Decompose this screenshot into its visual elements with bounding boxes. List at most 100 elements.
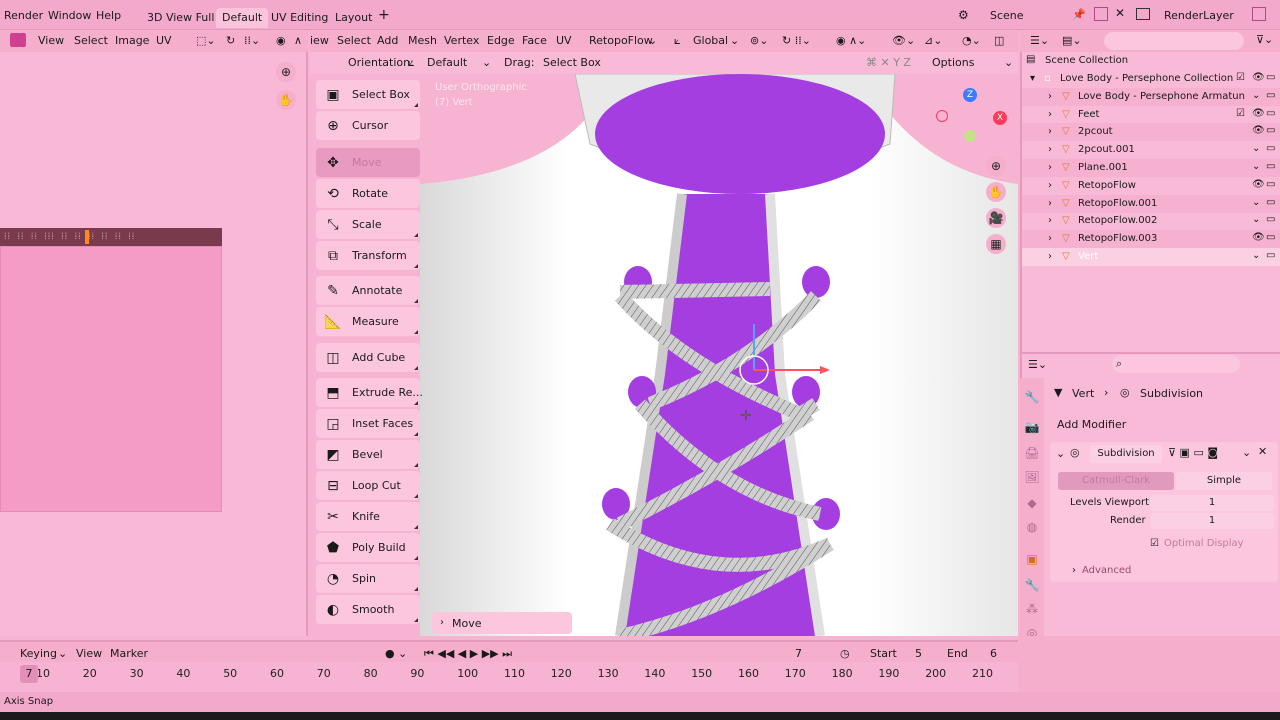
expand-arrow-icon[interactable]: ▾ xyxy=(1030,73,1035,84)
uv-proportional-icon[interactable]: ◉ xyxy=(276,34,286,47)
simple-toggle[interactable]: Simple xyxy=(1176,472,1272,490)
menu-render[interactable]: Render xyxy=(4,9,43,22)
outliner-row[interactable]: › ▽ RetopoFlow 👁 ▭ xyxy=(1022,177,1280,195)
new-scene-icon[interactable] xyxy=(1094,7,1108,21)
viewport-menu-select[interactable]: Select xyxy=(337,34,371,47)
tool-loop-cut[interactable]: ⊟ Loop Cut xyxy=(316,471,420,500)
overlay-icon[interactable]: ◔⌄ xyxy=(962,34,981,47)
outliner-search-input[interactable] xyxy=(1104,32,1244,50)
tool-bevel[interactable]: ◩ Bevel xyxy=(316,440,420,469)
chevron-right-icon[interactable]: › xyxy=(1048,91,1052,102)
visibility-eye-icon[interactable]: 👁 xyxy=(1252,108,1265,119)
retopoflow-menu[interactable]: RetopoFlow xyxy=(589,34,653,47)
uv-image-canvas[interactable] xyxy=(0,246,222,512)
uv-menu-view[interactable]: View xyxy=(38,34,64,47)
outliner-editor-icon[interactable]: ☰⌄ xyxy=(1030,34,1049,47)
properties-search-input[interactable] xyxy=(1112,355,1240,373)
properties-editor-icon[interactable]: ☰⌄ xyxy=(1028,358,1047,371)
visibility-eye-icon[interactable]: 👁 xyxy=(1252,232,1265,243)
advanced-subpanel[interactable]: Advanced xyxy=(1082,565,1131,576)
render-visibility-icon[interactable]: ▭ xyxy=(1266,179,1275,190)
visibility-eye-icon[interactable]: ⌄ xyxy=(1252,143,1260,154)
visibility-eye-icon[interactable]: ⌄ xyxy=(1252,197,1260,208)
operator-panel[interactable]: › Move xyxy=(432,612,572,634)
xray-icon[interactable]: ◫ xyxy=(994,34,1004,47)
navigation-gizmo[interactable]: Z X xyxy=(930,86,1010,146)
viewport-scene[interactable]: ✛ xyxy=(420,74,1018,636)
outliner-row[interactable]: › ▽ RetopoFlow.003 👁 ▭ xyxy=(1022,230,1280,249)
timeline-menu-keying[interactable]: Keying xyxy=(20,647,57,660)
outliner-row[interactable]: › ▽ RetopoFlow.001 ⌄ ▭ xyxy=(1022,194,1280,213)
uv-snap-icon[interactable]: ⁞⁞⌄ xyxy=(244,34,260,47)
render-visibility-icon[interactable]: ▭ xyxy=(1266,72,1275,83)
pivot-icon[interactable]: ⊚⌄ xyxy=(750,34,768,47)
camera-icon[interactable]: 🎥 xyxy=(986,208,1006,228)
render-tab-icon[interactable]: 📷 xyxy=(1024,420,1040,436)
outliner-row[interactable]: › ▽ Feet ☑ 👁 ▭ xyxy=(1022,106,1280,124)
tool-move[interactable]: ✥ Move xyxy=(316,148,420,177)
chevron-right-icon[interactable]: › xyxy=(1048,215,1052,226)
tool-spin[interactable]: ◔ Spin xyxy=(316,564,420,593)
chevron-right-icon[interactable]: › xyxy=(1048,109,1052,120)
axis-lock-icon[interactable]: ⌘ ✕ Y Z xyxy=(866,56,911,69)
uv-menu-uv[interactable]: UV xyxy=(156,34,172,47)
tool-add-cube[interactable]: ◫ Add Cube xyxy=(316,343,420,372)
render-visibility-icon[interactable]: ▭ xyxy=(1266,90,1275,101)
chevron-right-icon[interactable]: › xyxy=(1048,144,1052,155)
chevron-right-icon[interactable]: › xyxy=(1048,233,1052,244)
timeline-ruler[interactable]: 10 20 30 40 50 60 70 80 90 100 110 120 130 140 150 160 1… xyxy=(0,662,1018,686)
view-layer-selector[interactable]: RenderLayer xyxy=(1164,9,1234,22)
transform-orientation-dropdown[interactable]: Global xyxy=(693,34,728,47)
particles-tab-icon[interactable]: ⁂ xyxy=(1024,602,1040,618)
tool-cursor[interactable]: ⊕ Cursor xyxy=(316,111,420,140)
tab-3d-view-full[interactable]: 3D View Full xyxy=(141,8,220,28)
outliner-row[interactable]: › ▽ 2pcout 👁 ▭ xyxy=(1022,123,1280,142)
chevron-right-icon[interactable]: › xyxy=(1048,162,1052,173)
visibility-icon[interactable]: 👁⌄ xyxy=(892,34,915,47)
chevron-right-icon[interactable]: › xyxy=(1072,565,1076,576)
object-tab-icon[interactable]: ▣ xyxy=(1024,552,1040,568)
grid-icon[interactable]: ▦ xyxy=(986,234,1006,254)
viewport-menu-edge[interactable]: Edge xyxy=(487,34,515,47)
record-icon[interactable]: ● xyxy=(385,647,395,660)
tool-select-box[interactable]: ▣ Select Box xyxy=(316,80,420,109)
tab-layout[interactable]: Layout xyxy=(329,8,378,28)
drag-dropdown[interactable]: Select Box xyxy=(543,56,601,69)
render-levels-field[interactable]: 1 xyxy=(1150,513,1274,529)
tool-poly-build[interactable]: ⬟ Poly Build xyxy=(316,533,420,562)
visibility-eye-icon[interactable]: 👁 xyxy=(1252,179,1265,190)
exclude-checkbox[interactable]: ☑ xyxy=(1236,108,1245,119)
display-mode-icon[interactable]: ▤⌄ xyxy=(1062,34,1082,47)
playback-controls-icon[interactable]: ⏮ ◀◀ ◀ ▶ ▶▶ ⏭ xyxy=(424,647,512,661)
tab-default[interactable]: Default xyxy=(216,8,269,28)
outliner-row[interactable]: ▾ ▫ Love Body - Persephone Collection ☑ 👁 ▭ xyxy=(1022,70,1280,88)
new-view-layer-icon[interactable] xyxy=(1252,7,1266,21)
exclude-checkbox[interactable]: ☑ xyxy=(1236,72,1245,83)
menu-help[interactable]: Help xyxy=(96,9,121,22)
tool-knife[interactable]: ✂ Knife xyxy=(316,502,420,531)
tool-measure[interactable]: 📐 Measure xyxy=(316,307,420,336)
tool-tab-icon[interactable]: 🔧 xyxy=(1024,390,1040,406)
tool-rotate[interactable]: ⟲ Rotate xyxy=(316,179,420,208)
render-visibility-icon[interactable]: ▭ xyxy=(1266,197,1275,208)
axis-neg-x-icon[interactable] xyxy=(936,110,948,122)
render-visibility-icon[interactable]: ▭ xyxy=(1266,143,1275,154)
modifier-name-field[interactable]: Subdivision xyxy=(1090,445,1162,463)
tool-transform[interactable]: ⧉ Transform xyxy=(316,241,420,270)
proportional-edit-icon[interactable]: ◉ ∧⌄ xyxy=(836,34,866,47)
outliner-row[interactable]: › ▽ RetopoFlow.002 ⌄ ▭ xyxy=(1022,212,1280,230)
catmull-clark-toggle[interactable]: Catmull-Clark xyxy=(1058,472,1174,490)
optimal-display-checkbox[interactable]: ☑ xyxy=(1150,538,1159,549)
render-visibility-icon[interactable]: ▭ xyxy=(1266,250,1275,261)
view-layer-tab-icon[interactable]: 🖼 xyxy=(1024,470,1040,486)
render-visibility-icon[interactable]: ▭ xyxy=(1266,161,1275,172)
render-visibility-icon[interactable]: ▭ xyxy=(1266,125,1275,136)
scene-selector[interactable]: Scene xyxy=(990,9,1024,22)
viewport-menu-add[interactable]: Add xyxy=(377,34,398,47)
render-visibility-icon[interactable]: ▭ xyxy=(1266,108,1275,119)
outliner-row[interactable]: › ▽ Vert ⌄ ▭ xyxy=(1022,248,1280,266)
snap-icon[interactable]: ↻ ⁞⁞⌄ xyxy=(782,34,811,47)
outliner-row[interactable]: › ▽ Love Body - Persephone Armatun ⌄ ▭ xyxy=(1022,87,1280,106)
visibility-eye-icon[interactable]: ⌄ xyxy=(1252,214,1260,225)
chevron-right-icon[interactable]: › xyxy=(1048,251,1052,262)
